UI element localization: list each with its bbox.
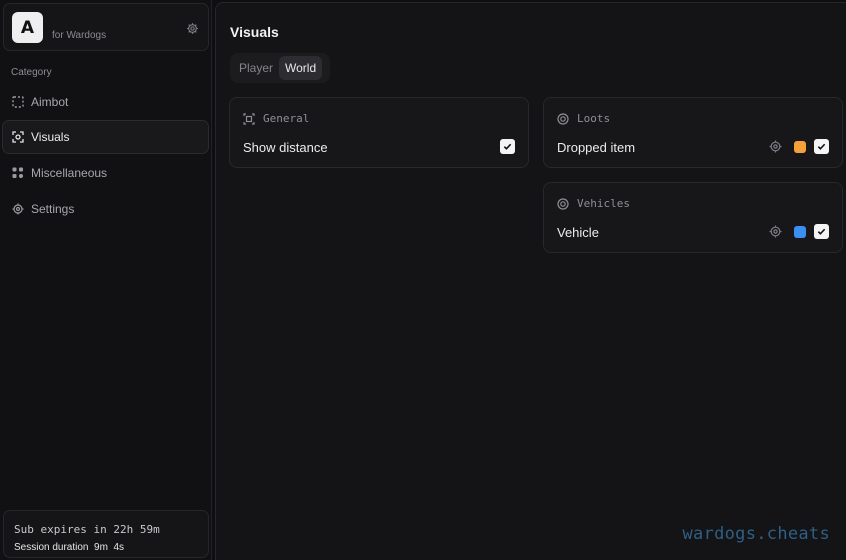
dropped-item-color-swatch[interactable] [794, 140, 806, 153]
vehicle-label: Vehicle [557, 225, 599, 240]
sidebar-item-label: Visuals [31, 130, 70, 144]
app-logo: A [12, 12, 43, 43]
general-card: General Show distance [229, 97, 529, 168]
crosshair-square-icon [243, 112, 255, 125]
show-distance-label: Show distance [243, 140, 328, 155]
gear-icon[interactable] [769, 225, 782, 238]
crosshair-frame-icon [11, 96, 24, 109]
brand-card: A for Wardogs [3, 3, 209, 51]
grid-dots-icon [11, 167, 24, 180]
loots-card: Loots Dropped item [543, 97, 843, 168]
sidebar-item-miscellaneous[interactable]: Miscellaneous [2, 156, 209, 190]
card-title: Loots [577, 112, 611, 125]
watermark: wardogs.cheats [682, 524, 830, 544]
dropped-item-label: Dropped item [557, 140, 636, 155]
sidebar: A for Wardogs Category Aimbot Visuals Mi… [0, 0, 212, 560]
tab-player[interactable]: Player [233, 56, 279, 80]
main-panel: Visuals Player World General Show distan… [215, 2, 846, 560]
coin-icon [557, 197, 569, 210]
gear-icon[interactable] [769, 140, 782, 153]
dropped-item-checkbox[interactable] [814, 139, 829, 154]
tab-bar: Player World [230, 53, 330, 83]
session-duration: Session duration 9m 4s [14, 542, 125, 553]
sidebar-item-label: Settings [31, 202, 75, 216]
subscription-card: Sub expires in 22h 59m Session duration … [3, 510, 209, 558]
eye-scan-icon [11, 131, 24, 144]
sidebar-item-settings[interactable]: Settings [2, 192, 209, 226]
sidebar-item-visuals[interactable]: Visuals [2, 120, 209, 154]
card-header: Loots [557, 112, 610, 125]
subscription-expiry: Sub expires in 22h 59m [14, 523, 160, 536]
card-title: Vehicles [577, 197, 630, 210]
vehicle-color-swatch[interactable] [794, 225, 806, 238]
vehicles-card: Vehicles Vehicle [543, 182, 843, 253]
sidebar-item-label: Aimbot [31, 95, 69, 109]
sidebar-item-label: Miscellaneous [31, 166, 108, 180]
option-controls [769, 139, 829, 154]
sidebar-item-aimbot[interactable]: Aimbot [2, 85, 209, 119]
card-header: General [243, 112, 309, 125]
show-distance-checkbox[interactable] [500, 139, 515, 154]
tab-world[interactable]: World [279, 56, 323, 80]
card-title: General [263, 112, 310, 125]
card-header: Vehicles [557, 197, 630, 210]
brand-subtitle: for Wardogs [52, 30, 107, 41]
page-title: Visuals [230, 24, 279, 40]
gear-icon[interactable] [185, 21, 199, 35]
vehicle-checkbox[interactable] [814, 224, 829, 239]
option-controls [500, 139, 515, 154]
gear-icon [11, 203, 24, 216]
category-label: Category [11, 67, 52, 78]
coin-icon [557, 112, 569, 125]
option-controls [769, 224, 829, 239]
